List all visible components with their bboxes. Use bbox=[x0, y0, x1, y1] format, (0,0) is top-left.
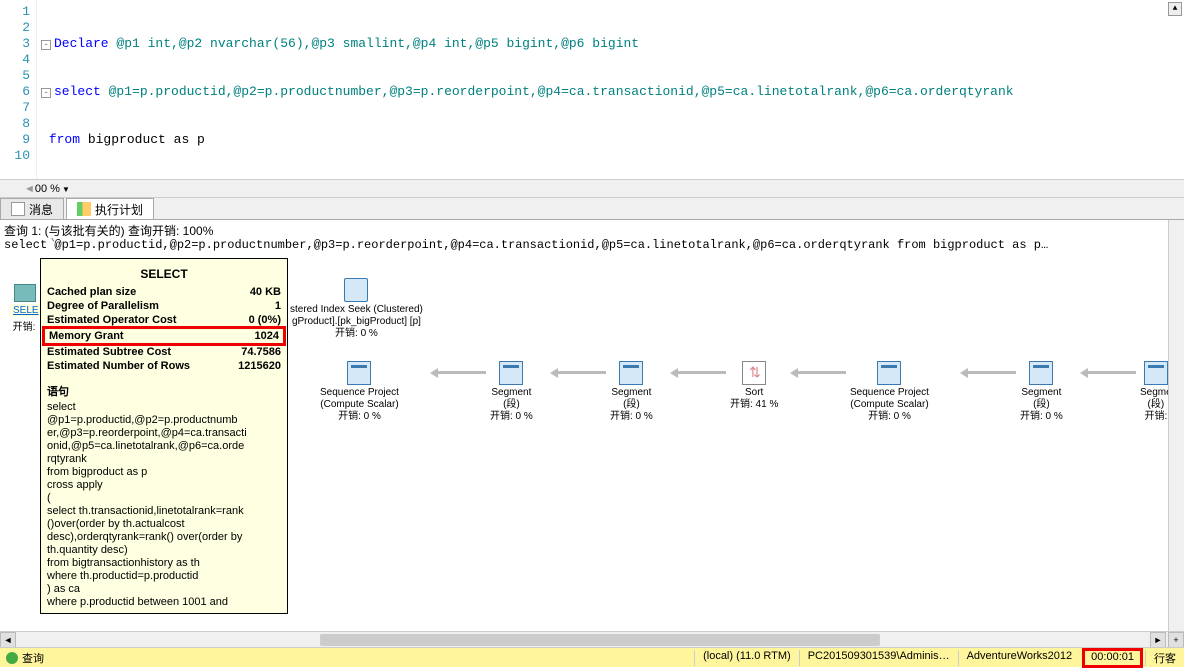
operator-cost: 开销: 0 % bbox=[610, 411, 653, 423]
scroll-left-icon[interactable]: ◄ bbox=[0, 632, 16, 648]
chevron-down-icon: ▼ bbox=[62, 185, 70, 194]
plan-operator[interactable]: Sequence Project(Compute Scalar)开销: 0 % bbox=[850, 361, 929, 423]
plan-operator[interactable]: Segment(段)开销: 0 % bbox=[490, 361, 533, 423]
operator-table-icon bbox=[1144, 361, 1168, 385]
select-operator-label: SELE bbox=[10, 304, 42, 317]
plan-operator[interactable]: Sort开销: 41 % bbox=[730, 361, 778, 411]
tooltip-property-row: Estimated Operator Cost0 (0%) bbox=[45, 313, 283, 327]
operator-sublabel: gProduct].[pk_bigProduct] [p] bbox=[290, 316, 423, 328]
execution-plan-icon bbox=[77, 202, 91, 216]
tooltip-statement-body: select@p1=p.productid,@p2=p.productnumbe… bbox=[45, 401, 283, 609]
operator-sublabel: (段) bbox=[1140, 399, 1168, 411]
plan-operator[interactable]: Segme(段)开销: bbox=[1140, 361, 1168, 423]
operator-tooltip: SELECT Cached plan size40 KBDegree of Pa… bbox=[40, 258, 288, 614]
operator-table-icon bbox=[347, 361, 371, 385]
operator-label: stered Index Seek (Clustered) bbox=[290, 304, 423, 316]
query-statement-text: select @p1=p.productid,@p2=p.productnumb… bbox=[0, 238, 1168, 254]
status-bar: 查询 (local) (11.0 RTM) PC201509301539\Adm… bbox=[0, 647, 1184, 667]
plan-arrow-icon bbox=[1080, 368, 1136, 378]
operator-sublabel: (段) bbox=[1020, 399, 1063, 411]
fold-icon[interactable]: - bbox=[41, 40, 51, 50]
plan-arrow-icon bbox=[550, 368, 606, 378]
operator-sublabel: (段) bbox=[490, 399, 533, 411]
messages-icon bbox=[11, 202, 25, 216]
operator-cost: 开销: 41 % bbox=[730, 399, 778, 411]
operator-cost: 开销: 0 % bbox=[850, 411, 929, 423]
operator-seek-icon bbox=[344, 278, 368, 302]
vertical-scrollbar[interactable] bbox=[1168, 220, 1184, 631]
code-body[interactable]: -Declare @p1 int,@p2 nvarchar(56),@p3 sm… bbox=[36, 0, 1184, 179]
operator-label: Segment bbox=[490, 387, 533, 399]
scroll-plus-icon[interactable]: + bbox=[1168, 632, 1184, 648]
zoom-indicator[interactable]: 00 %▼◄ bbox=[0, 180, 1184, 198]
operator-cost: 开销: bbox=[1140, 411, 1168, 423]
tab-execution-plan[interactable]: 执行计划 bbox=[66, 198, 154, 219]
select-operator-icon[interactable] bbox=[14, 284, 36, 302]
status-database: AdventureWorks2012 bbox=[958, 650, 1081, 666]
operator-table-icon bbox=[619, 361, 643, 385]
status-rows: 行客 bbox=[1145, 650, 1184, 666]
tab-messages[interactable]: 消息 bbox=[0, 198, 64, 219]
tooltip-property-row: Memory Grant1024 bbox=[47, 329, 281, 343]
operator-cost: 开销: 0 % bbox=[290, 328, 423, 340]
status-elapsed-time: 00:00:01 bbox=[1082, 648, 1143, 668]
sql-editor[interactable]: 12345678910 -Declare @p1 int,@p2 nvarcha… bbox=[0, 0, 1184, 180]
operator-label: Segme bbox=[1140, 387, 1168, 399]
operator-label: Sort bbox=[730, 387, 778, 399]
operator-sublabel: (Compute Scalar) bbox=[850, 399, 929, 411]
query-cost-header: 查询 1: (与该批有关的) 查询开销: 100% bbox=[0, 220, 1184, 238]
horizontal-scrollbar[interactable]: ◄ ► + bbox=[0, 631, 1184, 647]
scrollbar-thumb[interactable] bbox=[320, 634, 880, 646]
status-success-icon bbox=[6, 652, 18, 664]
plan-operator[interactable]: Segment(段)开销: 0 % bbox=[1020, 361, 1063, 423]
plan-operator[interactable]: Sequence Project(Compute Scalar)开销: 0 % bbox=[320, 361, 399, 423]
tooltip-property-row: Estimated Subtree Cost74.7586 bbox=[45, 345, 283, 359]
operator-label: Segment bbox=[1020, 387, 1063, 399]
plan-arrow-icon bbox=[670, 368, 726, 378]
operator-cost: 开销: 0 % bbox=[320, 411, 399, 423]
plan-arrow-icon bbox=[430, 368, 486, 378]
status-user: PC201509301539\Adminis… bbox=[799, 650, 958, 666]
operator-cost: 开销: 0 % bbox=[490, 411, 533, 423]
tooltip-statement-label: 语句 bbox=[45, 381, 283, 401]
plan-arrow-icon bbox=[790, 368, 846, 378]
tooltip-title: SELECT bbox=[45, 263, 283, 285]
operator-table-icon bbox=[877, 361, 901, 385]
plan-arrow-icon bbox=[960, 368, 1016, 378]
fold-icon[interactable]: - bbox=[41, 88, 51, 98]
operator-sublabel: (Compute Scalar) bbox=[320, 399, 399, 411]
tooltip-property-row: Degree of Parallelism1 bbox=[45, 299, 283, 313]
operator-label: Segment bbox=[610, 387, 653, 399]
scroll-right-icon[interactable]: ► bbox=[1150, 632, 1166, 648]
status-query-label: 查询 bbox=[22, 650, 44, 666]
operator-label: Sequence Project bbox=[320, 387, 399, 399]
tooltip-property-row: Estimated Number of Rows1215620 bbox=[45, 359, 283, 373]
status-connection: (local) (11.0 RTM) bbox=[694, 650, 799, 666]
operator-sublabel: (段) bbox=[610, 399, 653, 411]
results-tabs: 消息 执行计划 bbox=[0, 198, 1184, 220]
operator-cost: 开销: 0 % bbox=[1020, 411, 1063, 423]
plan-operator[interactable]: Segment(段)开销: 0 % bbox=[610, 361, 653, 423]
line-gutter: 12345678910 bbox=[0, 0, 36, 179]
tooltip-property-row: Cached plan size40 KB bbox=[45, 285, 283, 299]
operator-label: Sequence Project bbox=[850, 387, 929, 399]
operator-sort-icon bbox=[742, 361, 766, 385]
operator-table-icon bbox=[499, 361, 523, 385]
plan-operator[interactable]: stered Index Seek (Clustered)gProduct].[… bbox=[290, 278, 423, 340]
operator-table-icon bbox=[1029, 361, 1053, 385]
scroll-up-icon[interactable]: ▲ bbox=[1168, 2, 1182, 16]
